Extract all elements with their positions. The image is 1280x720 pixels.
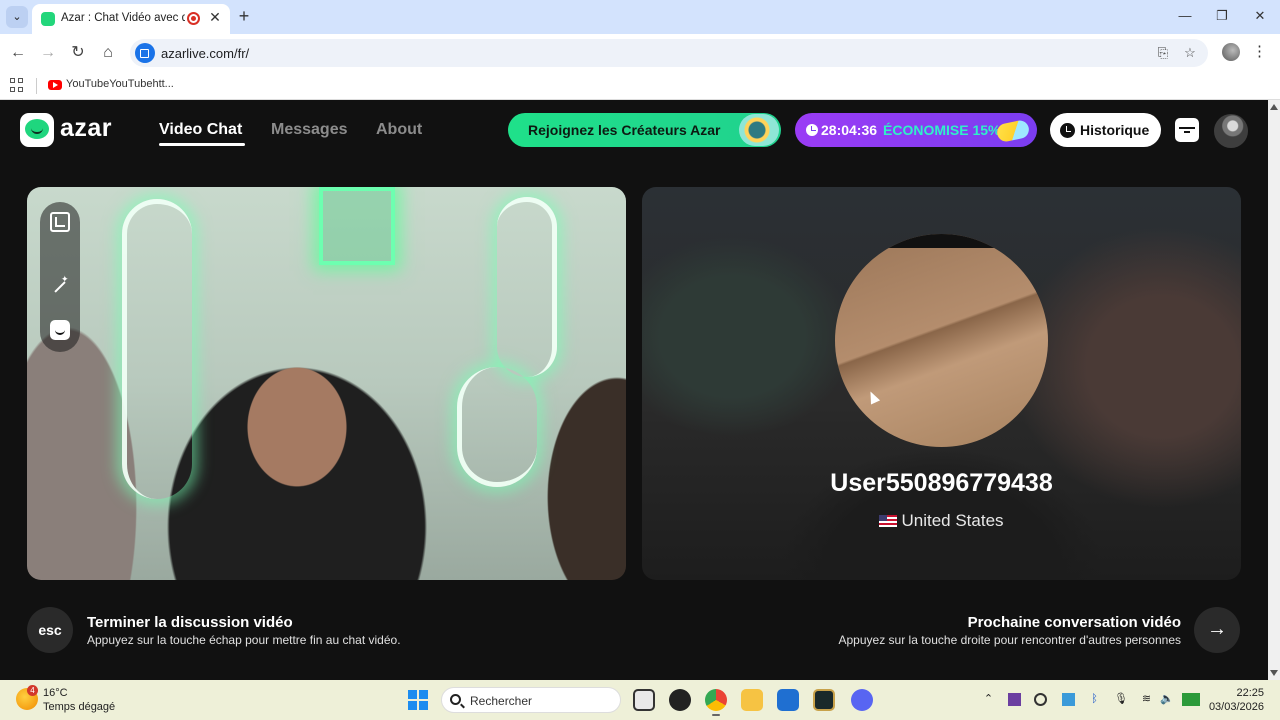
end-chat-button[interactable]: esc bbox=[27, 607, 73, 653]
video-tools-panel bbox=[40, 202, 80, 352]
end-chat-title: Terminer la discussion vidéo bbox=[87, 614, 293, 631]
neon-light-right-top bbox=[497, 197, 557, 377]
new-tab-button[interactable]: + bbox=[234, 6, 254, 26]
join-creators-label: Rejoignez les Créateurs Azar bbox=[528, 122, 721, 138]
us-flag-icon bbox=[879, 515, 898, 527]
bluetooth-icon[interactable]: ᛒ bbox=[1088, 693, 1101, 706]
active-nav-underline bbox=[159, 143, 245, 146]
history-button[interactable]: Historique bbox=[1050, 113, 1161, 147]
next-chat-title: Prochaine conversation vidéo bbox=[967, 614, 1181, 631]
promo-countdown: 28:04:36 bbox=[821, 122, 878, 138]
reload-button[interactable]: ↻ bbox=[67, 42, 89, 64]
weather-temperature[interactable]: 16°C bbox=[43, 687, 68, 699]
minimize-button[interactable]: — bbox=[1170, 6, 1200, 26]
join-creators-button[interactable]: Rejoignez les Créateurs Azar bbox=[508, 113, 781, 147]
search-icon bbox=[450, 694, 461, 705]
tray-app2-icon[interactable] bbox=[1062, 693, 1075, 706]
collapse-icon[interactable] bbox=[50, 212, 70, 232]
youtube-icon bbox=[48, 80, 62, 90]
site-info-camera-icon[interactable] bbox=[135, 43, 155, 63]
bookmarks-bar: YouTubeYouTubehtt... bbox=[0, 72, 1280, 100]
scroll-up-icon[interactable] bbox=[1270, 104, 1278, 110]
azar-logo-icon[interactable] bbox=[20, 113, 54, 147]
gems-icon bbox=[995, 118, 1031, 144]
discord-icon[interactable] bbox=[851, 689, 873, 711]
taskbar-time[interactable]: 22:25 bbox=[1236, 687, 1264, 699]
history-clock-icon bbox=[1060, 123, 1075, 138]
taskbar-date[interactable]: 03/03/2026 bbox=[1209, 701, 1264, 713]
neon-light-left bbox=[122, 199, 192, 499]
browser-tab-bar: ⌄ Azar : Chat Vidéo avec de n ✕ + — ❐ ✕ bbox=[0, 0, 1280, 34]
next-chat-hint: Appuyez sur la touche droite pour rencon… bbox=[838, 633, 1182, 647]
close-window-button[interactable]: ✕ bbox=[1245, 6, 1275, 26]
local-camera-video bbox=[27, 187, 626, 580]
home-button[interactable]: ⌂ bbox=[97, 42, 119, 64]
address-bar[interactable]: azarlive.com/fr/ ⎘ ☆ bbox=[130, 39, 1208, 67]
install-app-icon[interactable]: ⎘ bbox=[1154, 44, 1172, 62]
store-icon[interactable] bbox=[777, 689, 799, 711]
azar-favicon-icon bbox=[41, 12, 55, 26]
battery-icon[interactable] bbox=[1182, 693, 1200, 706]
taskbar-search-box[interactable]: Rechercher bbox=[441, 687, 621, 713]
wifi-icon[interactable]: ≋ bbox=[1140, 693, 1153, 706]
windows-taskbar: 4 16°C Temps dégagé Rechercher ⌃ ᛒ 🎙 ≋ 🔈… bbox=[0, 680, 1280, 720]
nav-about[interactable]: About bbox=[376, 121, 422, 139]
tray-chevron-icon[interactable]: ⌃ bbox=[982, 693, 995, 706]
azar-page: azar Video Chat Messages About Rejoignez… bbox=[0, 100, 1268, 680]
obs-icon[interactable] bbox=[669, 689, 691, 711]
windows-start-icon[interactable] bbox=[408, 690, 428, 710]
remote-username: User550896779438 bbox=[830, 469, 1053, 497]
weather-badge: 4 bbox=[27, 685, 38, 696]
end-chat-hint: Appuyez sur la touche échap pour mettre … bbox=[87, 633, 401, 647]
back-button[interactable]: ← bbox=[7, 42, 29, 64]
next-chat-button[interactable]: → bbox=[1194, 607, 1240, 653]
nav-messages[interactable]: Messages bbox=[271, 121, 348, 139]
user-avatar[interactable] bbox=[1214, 114, 1248, 148]
page-scrollbar[interactable] bbox=[1268, 100, 1280, 680]
remote-country-label: United States bbox=[901, 511, 1004, 530]
browser-menu-icon[interactable]: ⋮ bbox=[1252, 42, 1267, 64]
bookmark-divider bbox=[36, 78, 37, 94]
remote-user-video: User550896779438 United States bbox=[642, 187, 1241, 580]
weather-description[interactable]: Temps dégagé bbox=[43, 701, 115, 713]
tab-search-chevron-icon[interactable]: ⌄ bbox=[6, 6, 28, 28]
url-text[interactable]: azarlive.com/fr/ bbox=[161, 46, 249, 61]
magic-wand-icon[interactable] bbox=[50, 274, 70, 297]
chrome-icon[interactable] bbox=[705, 689, 727, 711]
recording-indicator-icon bbox=[187, 12, 200, 25]
creators-badge-icon bbox=[739, 114, 779, 146]
nav-video-chat[interactable]: Video Chat bbox=[159, 121, 242, 139]
promo-discount-text: ÉCONOMISE 15% bbox=[883, 122, 1001, 138]
remote-country: United States bbox=[642, 511, 1241, 531]
bookmark-youtube[interactable]: YouTubeYouTubehtt... bbox=[66, 78, 174, 90]
league-icon[interactable] bbox=[813, 689, 835, 711]
forward-button[interactable]: → bbox=[37, 42, 59, 64]
timer-icon bbox=[806, 124, 818, 136]
apps-grid-icon[interactable] bbox=[10, 78, 24, 92]
profile-avatar-icon[interactable] bbox=[1222, 43, 1240, 61]
task-view-icon[interactable] bbox=[633, 689, 655, 711]
tab-title: Azar : Chat Vidéo avec de n bbox=[61, 12, 185, 24]
face-filter-icon[interactable] bbox=[50, 320, 70, 340]
volume-icon[interactable]: 🔈 bbox=[1160, 693, 1174, 706]
remote-user-photo bbox=[835, 234, 1048, 447]
neon-sign bbox=[319, 187, 395, 265]
file-explorer-icon[interactable] bbox=[741, 689, 763, 711]
restore-button[interactable]: ❐ bbox=[1207, 6, 1237, 26]
browser-toolbar: ← → ↻ ⌂ azarlive.com/fr/ ⎘ ☆ ⋮ bbox=[0, 34, 1280, 72]
tray-sync-icon[interactable] bbox=[1034, 693, 1047, 706]
neon-light-right-bottom bbox=[457, 367, 537, 487]
taskbar-search-label: Rechercher bbox=[470, 694, 533, 708]
tray-app-icon[interactable] bbox=[1008, 693, 1021, 706]
scroll-down-icon[interactable] bbox=[1270, 670, 1278, 676]
microphone-icon[interactable]: 🎙 bbox=[1114, 693, 1128, 706]
tab-close-icon[interactable]: ✕ bbox=[207, 9, 223, 27]
discount-promo-button[interactable]: 28:04:36 ÉCONOMISE 15% bbox=[795, 113, 1037, 147]
history-label: Historique bbox=[1080, 122, 1150, 138]
bookmark-star-icon[interactable]: ☆ bbox=[1181, 44, 1199, 62]
browser-tab-active[interactable]: Azar : Chat Vidéo avec de n ✕ bbox=[32, 4, 230, 34]
chrome-active-indicator bbox=[712, 714, 720, 716]
shop-icon[interactable] bbox=[1175, 118, 1199, 142]
azar-logo-text[interactable]: azar bbox=[60, 114, 112, 143]
